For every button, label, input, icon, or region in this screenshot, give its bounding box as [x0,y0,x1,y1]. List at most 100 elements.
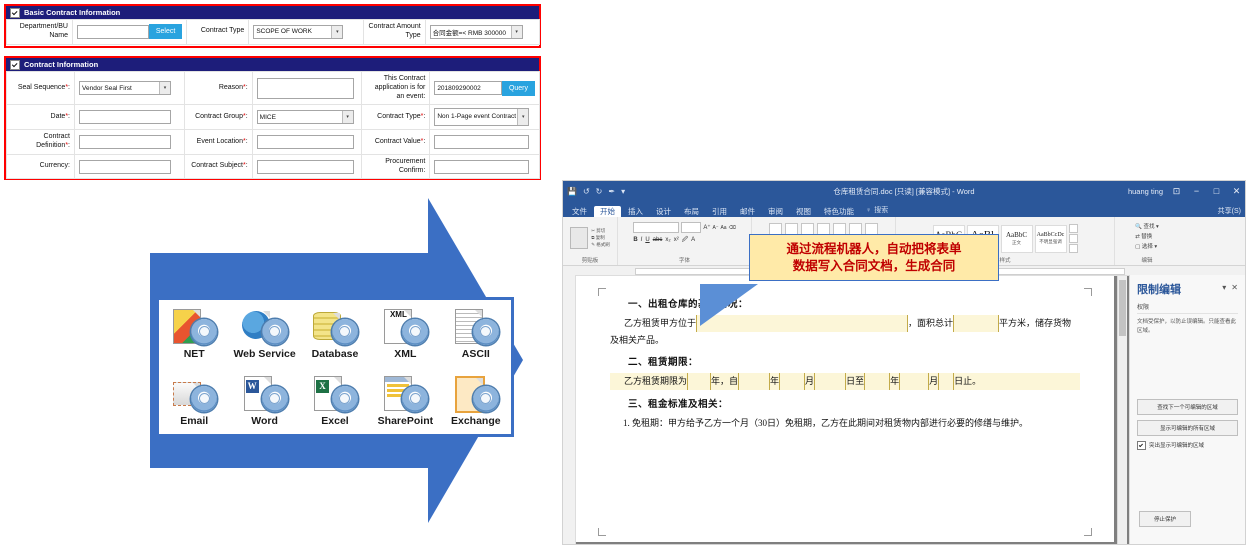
tab-design[interactable]: 设计 [650,206,677,218]
highlight-regions-checkbox[interactable]: 突出显示可编辑的区域 [1137,440,1238,450]
tech-item-excel[interactable]: X Excel [300,367,370,434]
find-button[interactable]: 🔍 查找 ▾ [1135,222,1159,230]
scrollbar-thumb[interactable] [1119,280,1126,336]
date-input[interactable] [79,110,171,125]
italic-button[interactable]: I [641,237,643,243]
text-highlight-icon[interactable]: 🖉 [682,235,688,245]
form-field-blank[interactable] [953,315,1000,332]
close-button[interactable]: ✕ [1230,186,1243,197]
format-painter-button[interactable]: ✎ 格式刷 [591,242,610,248]
event-location-input[interactable] [256,135,354,149]
style-gallery-more-icon[interactable] [1068,244,1078,253]
chevron-down-icon[interactable]: ▾ [159,82,170,95]
tab-references[interactable]: 引用 [706,206,733,218]
tell-me-search[interactable]: ♀ 搜索 [861,203,893,217]
checkbox-checked-icon[interactable] [10,59,20,70]
reason-input[interactable] [256,77,354,99]
style-scroll-up-icon[interactable] [1068,224,1078,233]
tab-home[interactable]: 开始 [594,205,621,217]
query-button[interactable]: Query [501,80,535,96]
contract-type2-cell: Non 1-Page event Contract ▾ [429,104,540,131]
pane-collapse-icon[interactable]: ▾ [1222,283,1226,292]
contract-group-select[interactable]: MICE ▾ [256,110,354,125]
stop-protection-button[interactable]: 停止保护 [1139,511,1191,527]
style-gallery-item[interactable]: AaBbCcDc 不明显强调 [1034,224,1067,253]
contract-definition-input[interactable] [79,135,171,149]
subscript-button[interactable]: x₂ [665,237,670,243]
department-field-cell: Select [71,19,188,45]
vertical-scrollbar[interactable] [1117,276,1127,544]
select-button[interactable]: Select [148,24,183,40]
tech-item-exchange[interactable]: Exchange [441,367,511,434]
contract-value-cell [429,129,540,155]
contract-type-select[interactable]: SCOPE OF WORK ▾ [253,24,344,39]
style-gallery-item[interactable]: AaBbC 正文 [1000,224,1033,253]
tech-item-email[interactable]: Email [159,367,229,434]
tech-item-ascii[interactable]: ASCII [441,300,511,367]
tab-features[interactable]: 特色功能 [818,206,860,218]
contract-subject-input[interactable] [256,159,354,174]
minimize-button[interactable]: − [1190,186,1203,196]
tech-item-net[interactable]: NET [159,300,229,367]
tab-file[interactable]: 文件 [566,206,593,218]
change-case-icon[interactable]: Aa [720,225,726,231]
form-field-blank[interactable] [938,373,955,390]
seal-sequence-select[interactable]: Vendor Seal First ▾ [79,81,171,96]
tab-view[interactable]: 视图 [790,206,817,218]
tech-item-word[interactable]: W Word [229,367,299,434]
chevron-down-icon[interactable]: ▾ [517,109,529,126]
department-input[interactable] [77,24,149,39]
strikethrough-button[interactable]: abc [653,237,663,243]
font-color-icon[interactable]: A [691,237,695,243]
style-scroll-down-icon[interactable] [1068,234,1078,243]
tech-item-database[interactable]: Database [300,300,370,367]
user-name[interactable]: huang ting [1128,187,1163,196]
para-text: 年，自 [711,376,739,387]
contract-type2-select[interactable]: Non 1-Page event Contract ▾ [434,108,530,127]
maximize-button[interactable]: □ [1210,186,1223,196]
font-family-select[interactable] [633,222,680,233]
chevron-down-icon[interactable]: ▾ [510,25,522,38]
procurement-confirm-input[interactable] [434,159,530,174]
clear-format-icon[interactable]: ⌫ [729,225,736,231]
ribbon-display-options-icon[interactable]: ⊡ [1170,186,1183,197]
chevron-down-icon[interactable]: ▾ [341,111,353,124]
superscript-button[interactable]: x² [674,237,679,243]
checkbox-icon[interactable] [1137,440,1146,450]
select-button[interactable]: ▢ 选择 ▾ [1135,242,1157,250]
contract-value-input[interactable] [434,135,530,149]
find-next-region-button[interactable]: 查找下一个可编辑的区域 [1137,398,1238,415]
underline-button[interactable]: U [645,237,649,243]
shrink-font-icon[interactable]: A⁻ [712,225,718,231]
pane-close-icon[interactable]: ✕ [1231,283,1238,292]
chevron-down-icon[interactable]: ▾ [331,25,343,38]
font-size-select[interactable] [681,222,702,233]
tab-review[interactable]: 审阅 [762,206,789,218]
form-field-blank[interactable] [738,373,771,390]
copy-button[interactable]: ⧉ 复制 [591,235,610,241]
tab-mailings[interactable]: 邮件 [734,206,761,218]
cut-button[interactable]: ✂ 剪切 [591,228,610,234]
event-number-input[interactable]: 201809290002 [434,81,502,96]
tab-insert[interactable]: 插入 [622,206,649,218]
form-field-blank[interactable] [864,373,891,390]
form-field-blank[interactable] [779,373,806,390]
currency-input[interactable] [79,159,171,174]
word-icon: W [242,375,288,413]
show-all-regions-button[interactable]: 显示可编辑的所有区域 [1137,419,1238,436]
bold-button[interactable]: B [633,237,637,243]
document-page[interactable]: 一、出租仓库的基本情况： 乙方租赁甲方位于 ，面积总计 平方米，储存货物及相关产… [576,276,1114,542]
tech-item-web-service[interactable]: Web Service [229,300,299,367]
tab-layout[interactable]: 布局 [678,206,705,218]
checkbox-checked-icon[interactable] [10,7,20,18]
share-button[interactable]: 共享(S) [1218,206,1241,216]
replace-button[interactable]: ⇄ 替换 [1135,232,1152,240]
form-field-blank[interactable] [814,373,847,390]
grow-font-icon[interactable]: A⁺ [703,224,710,231]
form-field-blank[interactable] [687,373,712,390]
tech-item-xml[interactable]: XML XML [370,300,440,367]
tech-item-sharepoint[interactable]: SharePoint [370,367,440,434]
paste-button[interactable] [570,226,589,249]
contract-amount-type-select[interactable]: 合同金额=< RMB 300000 ▾ [429,24,523,39]
form-field-blank[interactable] [899,373,930,390]
